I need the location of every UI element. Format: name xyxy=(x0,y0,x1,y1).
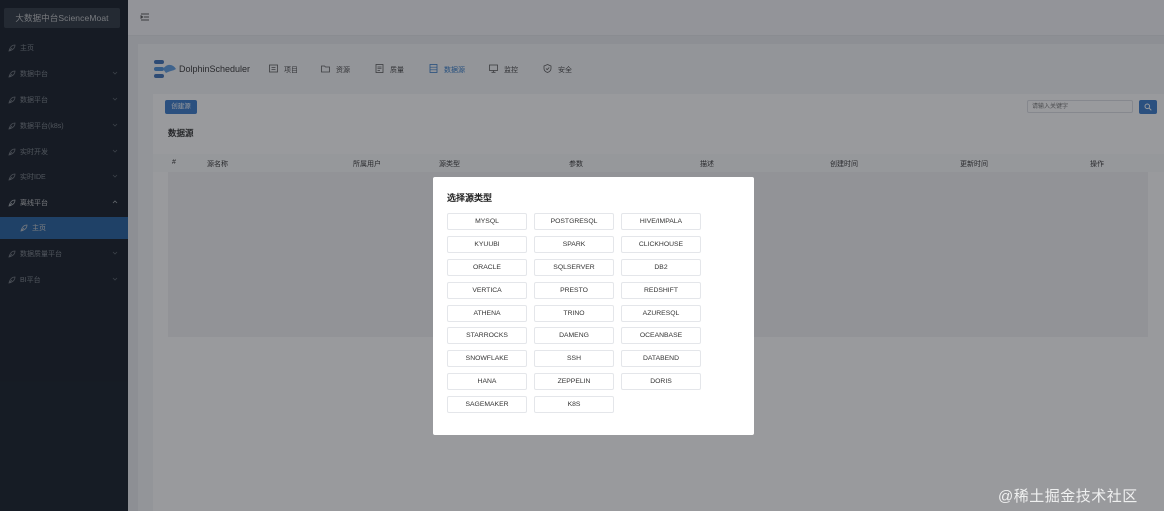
source-type-vertica[interactable]: VERTICA xyxy=(447,282,527,299)
source-type-k8s[interactable]: K8S xyxy=(534,396,614,413)
source-type-snowflake[interactable]: SNOWFLAKE xyxy=(447,350,527,367)
source-type-presto[interactable]: PRESTO xyxy=(534,282,614,299)
select-source-type-modal: 选择源类型 MYSQL POSTGRESQL HIVE/IMPALA KYUUB… xyxy=(433,177,754,435)
source-type-azuresql[interactable]: AZURESQL xyxy=(621,305,701,322)
source-type-trino[interactable]: TRINO xyxy=(534,305,614,322)
source-type-oceanbase[interactable]: OCEANBASE xyxy=(621,327,701,344)
source-type-kyuubi[interactable]: KYUUBI xyxy=(447,236,527,253)
source-type-sqlserver[interactable]: SQLSERVER xyxy=(534,259,614,276)
source-type-mysql[interactable]: MYSQL xyxy=(447,213,527,230)
modal-title: 选择源类型 xyxy=(447,193,493,203)
sidebar-shade xyxy=(0,0,128,511)
source-type-redshift[interactable]: REDSHIFT xyxy=(621,282,701,299)
source-type-dameng[interactable]: DAMENG xyxy=(534,327,614,344)
source-type-ssh[interactable]: SSH xyxy=(534,350,614,367)
watermark: @稀土掘金技术社区 xyxy=(998,488,1138,505)
source-type-databend[interactable]: DATABEND xyxy=(621,350,701,367)
source-type-clickhouse[interactable]: CLICKHOUSE xyxy=(621,236,701,253)
source-type-sagemaker[interactable]: SAGEMAKER xyxy=(447,396,527,413)
source-type-starrocks[interactable]: STARROCKS xyxy=(447,327,527,344)
source-type-hive-impala[interactable]: HIVE/IMPALA xyxy=(621,213,701,230)
source-type-spark[interactable]: SPARK xyxy=(534,236,614,253)
source-type-athena[interactable]: ATHENA xyxy=(447,305,527,322)
source-type-zeppelin[interactable]: ZEPPELIN xyxy=(534,373,614,390)
source-type-hana[interactable]: HANA xyxy=(447,373,527,390)
source-type-postgresql[interactable]: POSTGRESQL xyxy=(534,213,614,230)
source-type-doris[interactable]: DORIS xyxy=(621,373,701,390)
source-type-oracle[interactable]: ORACLE xyxy=(447,259,527,276)
source-type-db2[interactable]: DB2 xyxy=(621,259,701,276)
